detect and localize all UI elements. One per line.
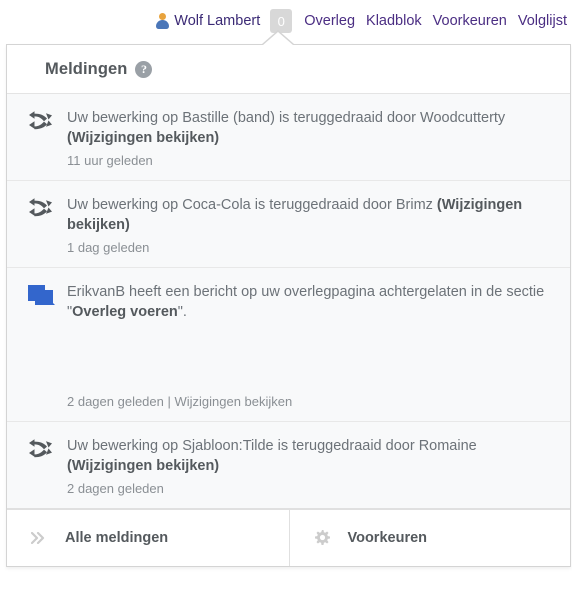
nav-link-overleg[interactable]: Overleg xyxy=(304,13,355,29)
list-item[interactable]: Uw bewerking op Sjabloon:Tilde is terugg… xyxy=(7,422,570,509)
notification-text: ErikvanB heeft een bericht op uw overleg… xyxy=(67,282,554,322)
revert-icon xyxy=(27,436,63,458)
gear-icon xyxy=(312,530,332,546)
popup-header: Meldingen ? xyxy=(7,45,570,94)
nav-link-voorkeuren[interactable]: Voorkeuren xyxy=(433,13,507,29)
nav-link-kladblok[interactable]: Kladblok xyxy=(366,13,422,29)
personal-toolbar-items: Wolf Lambert 0 Overleg Kladblok Voorkeur… xyxy=(155,9,572,33)
notification-link-bold[interactable]: (Wijzigingen bekijken) xyxy=(67,130,219,146)
notification-content: ErikvanB heeft een bericht op uw overleg… xyxy=(63,282,554,409)
notification-link-bold[interactable]: Overleg voeren xyxy=(72,304,178,320)
list-item[interactable]: ErikvanB heeft een bericht op uw overleg… xyxy=(7,268,570,422)
notification-text-main: Uw bewerking op Coca-Cola is teruggedraa… xyxy=(67,197,437,213)
notification-text-tail: ". xyxy=(177,304,187,320)
notification-list: Uw bewerking op Bastille (band) is terug… xyxy=(7,94,570,509)
double-chevron-right-icon xyxy=(29,532,49,544)
notification-text-main: Uw bewerking op Bastille (band) is terug… xyxy=(67,110,506,126)
notification-text: Uw bewerking op Sjabloon:Tilde is terugg… xyxy=(67,436,554,476)
username-label: Wolf Lambert xyxy=(174,12,261,29)
notification-timestamp: 1 dag geleden xyxy=(67,240,150,255)
notification-link-bold[interactable]: (Wijzigingen bekijken) xyxy=(67,458,219,474)
question-mark-icon[interactable]: ? xyxy=(135,60,153,78)
revert-icon xyxy=(27,108,63,130)
notification-text: Uw bewerking op Bastille (band) is terug… xyxy=(67,108,554,148)
notification-footer[interactable]: 2 dagen geleden | Wijzigingen bekijken xyxy=(67,394,554,409)
all-notifications-button[interactable]: Alle meldingen xyxy=(7,510,289,566)
notification-content: Uw bewerking op Bastille (band) is terug… xyxy=(63,108,554,168)
notifications-popup: Meldingen ? Uw bewerking op Bastille (ba… xyxy=(6,44,571,567)
preferences-label: Voorkeuren xyxy=(347,530,428,546)
notification-text-main: Uw bewerking op Sjabloon:Tilde is terugg… xyxy=(67,438,477,454)
notification-timestamp: 2 dagen geleden xyxy=(67,481,164,496)
notification-content: Uw bewerking op Coca-Cola is teruggedraa… xyxy=(63,195,554,255)
popup-footer: Alle meldingen Voorkeuren xyxy=(7,509,570,566)
notification-text: Uw bewerking op Coca-Cola is teruggedraa… xyxy=(67,195,554,235)
revert-icon xyxy=(27,195,63,217)
notification-content: Uw bewerking op Sjabloon:Tilde is terugg… xyxy=(63,436,554,496)
all-notifications-label: Alle meldingen xyxy=(65,530,169,546)
page-title: Meldingen xyxy=(45,59,128,78)
nav-link-volglijst[interactable]: Volglijst xyxy=(518,13,567,29)
list-item[interactable]: Uw bewerking op Coca-Cola is teruggedraa… xyxy=(7,181,570,268)
list-item[interactable]: Uw bewerking op Bastille (band) is terug… xyxy=(7,94,570,181)
talk-page-icon xyxy=(27,282,63,308)
user-avatar-icon xyxy=(155,13,169,29)
popup-caret xyxy=(263,32,293,45)
notification-timestamp: 11 uur geleden xyxy=(67,153,153,168)
preferences-button[interactable]: Voorkeuren xyxy=(288,510,570,566)
username-link[interactable]: Wolf Lambert xyxy=(155,13,260,30)
